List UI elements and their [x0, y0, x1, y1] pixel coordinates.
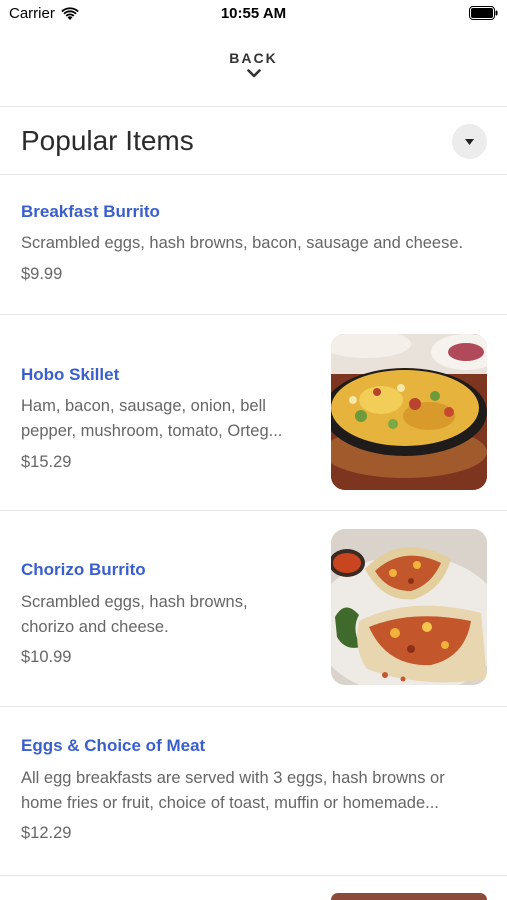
menu-item-chorizo-burrito[interactable]: Chorizo Burrito Scrambled eggs, hash bro… — [0, 511, 507, 706]
caret-down-icon — [465, 138, 474, 145]
status-bar: Carrier 10:55 AM — [0, 0, 507, 28]
item-name: Hobo Skillet — [21, 365, 120, 384]
battery-icon — [469, 6, 498, 20]
item-description: Ham, bacon, sausage, onion, bell pepper,… — [21, 394, 282, 444]
skillet-photo — [331, 334, 487, 490]
back-label: BACK — [229, 50, 278, 66]
item-divider — [0, 875, 507, 876]
screen: Carrier 10:55 AM BACK Popular Items Brea… — [0, 0, 507, 900]
item-description-line: Ham, bacon, sausage, onion, bell — [21, 397, 266, 415]
status-time: 10:55 AM — [220, 5, 287, 22]
next-item-photo — [331, 893, 487, 900]
section-title: Popular Items — [21, 125, 194, 156]
menu-item-hobo-skillet[interactable]: Hobo Skillet Ham, bacon, sausage, onion,… — [0, 315, 507, 510]
section-header: Popular Items — [0, 108, 507, 174]
back-button[interactable]: BACK — [0, 50, 507, 94]
item-description-line: pepper, mushroom, tomato, Orteg... — [21, 422, 283, 440]
item-description: All egg breakfasts are served with 3 egg… — [21, 766, 445, 816]
item-price: $10.99 — [21, 648, 72, 666]
item-name: Breakfast Burrito — [21, 202, 160, 221]
header-divider — [0, 106, 507, 107]
item-description-line: All egg breakfasts are served with 3 egg… — [21, 769, 445, 787]
item-description-line: home fries or fruit, choice of toast, mu… — [21, 794, 439, 812]
section-dropdown-button[interactable] — [452, 124, 487, 159]
item-description-line: Scrambled eggs, hash browns, — [21, 593, 248, 611]
burrito-photo — [331, 529, 487, 685]
menu-item-eggs-choice-of-meat[interactable]: Eggs & Choice of Meat All egg breakfasts… — [0, 707, 507, 875]
item-description: Scrambled eggs, hash browns, chorizo and… — [21, 590, 248, 640]
item-name: Eggs & Choice of Meat — [21, 736, 206, 755]
item-name: Chorizo Burrito — [21, 560, 146, 579]
item-price: $15.29 — [21, 453, 72, 471]
chevron-down-icon — [246, 69, 261, 78]
item-description-line: chorizo and cheese. — [21, 618, 169, 636]
item-price: $12.29 — [21, 824, 72, 842]
item-price: $9.99 — [21, 265, 63, 283]
menu-item-breakfast-burrito[interactable]: Breakfast Burrito Scrambled eggs, hash b… — [0, 175, 507, 314]
item-description: Scrambled eggs, hash browns, bacon, saus… — [21, 234, 464, 252]
